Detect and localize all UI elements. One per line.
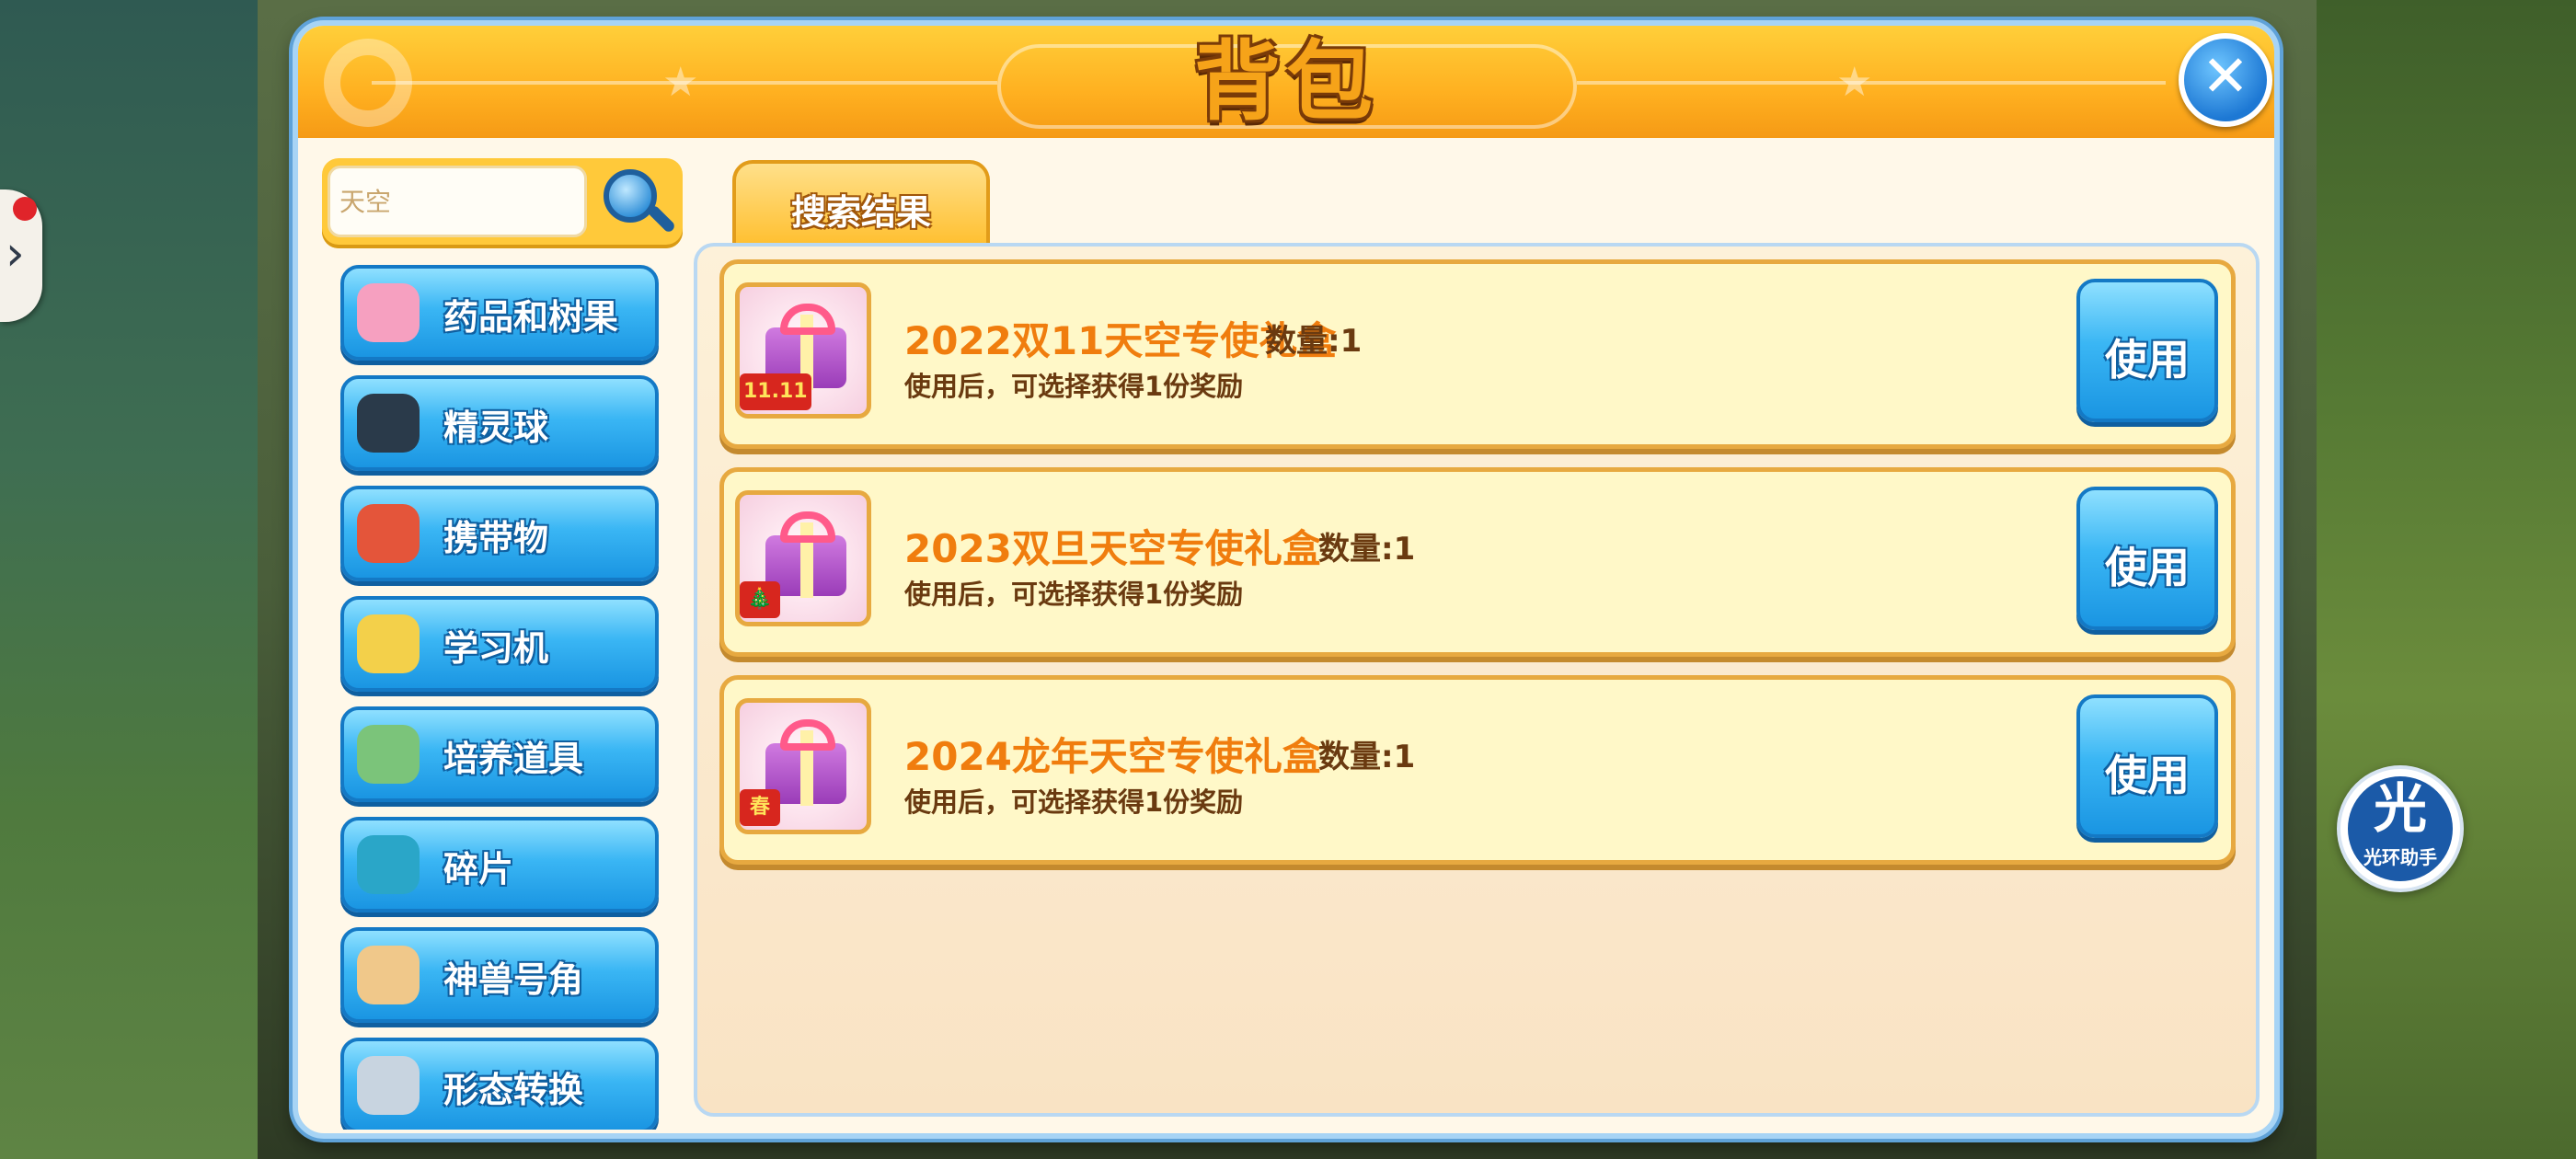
gift-badge: 春 xyxy=(740,789,780,826)
assistant-float-button[interactable]: 光 光环助手 xyxy=(2337,765,2464,892)
category-label: 携带物 xyxy=(443,518,549,558)
item-quantity: 数量:1 xyxy=(1318,739,1416,775)
use-button-label: 使用 xyxy=(2105,751,2190,800)
category-button[interactable]: 学习机 xyxy=(340,596,659,692)
category-button[interactable]: 药品和树果 xyxy=(340,265,659,361)
gift-box-icon[interactable]: 春 xyxy=(735,698,871,834)
item-row: 春 2024龙年天空专使礼盒 数量:1 使用后，可选择获得1份奖励 使用 xyxy=(719,675,2236,865)
item-quantity: 数量:1 xyxy=(1318,531,1416,568)
category-button[interactable]: 神兽号角 xyxy=(340,927,659,1023)
gift-badge: 11.11 xyxy=(740,373,811,410)
gift-box-icon[interactable]: 11.11 xyxy=(735,282,871,419)
held-item-icon xyxy=(357,504,420,563)
item-description: 使用后，可选择获得1份奖励 xyxy=(904,371,1244,402)
disc-icon xyxy=(357,614,420,673)
assistant-glyph: 光 xyxy=(2373,777,2427,840)
category-button[interactable]: 携带物 xyxy=(340,486,659,581)
side-drawer-tab[interactable]: › xyxy=(0,189,42,322)
item-name: 2023双旦天空专使礼盒 xyxy=(904,526,1321,571)
search-input[interactable] xyxy=(328,166,587,237)
category-label: 形态转换 xyxy=(443,1070,584,1110)
search-bar xyxy=(322,158,683,248)
background-right xyxy=(2317,0,2576,1159)
category-label: 神兽号角 xyxy=(443,959,584,1000)
transform-icon xyxy=(357,1056,420,1115)
page-title: 背包 xyxy=(1193,32,1378,132)
gift-box-icon[interactable]: 🎄 xyxy=(735,490,871,626)
puzzle-piece-icon xyxy=(357,835,420,894)
gift-badge: 🎄 xyxy=(740,581,780,618)
horn-icon xyxy=(357,946,420,1004)
item-row: 11.11 2022双11天空专使礼盒 数量:1 使用后，可选择获得1份奖励 使用 xyxy=(719,259,2236,449)
category-list[interactable]: 药品和树果精灵球携带物学习机培养道具碎片神兽号角形态转换 xyxy=(340,265,662,1130)
item-description: 使用后，可选择获得1份奖励 xyxy=(904,579,1244,610)
search-button[interactable] xyxy=(598,166,677,241)
category-button[interactable]: 形态转换 xyxy=(340,1038,659,1130)
assistant-logo-icon: 光 光环助手 xyxy=(2348,776,2453,881)
background-left xyxy=(0,0,258,1159)
search-icon-handle xyxy=(646,203,677,235)
category-label: 碎片 xyxy=(443,849,514,889)
item-quantity: 数量:1 xyxy=(1265,323,1363,360)
category-button[interactable]: 精灵球 xyxy=(340,375,659,471)
category-label: 培养道具 xyxy=(443,739,584,779)
tab-label: 搜索结果 xyxy=(790,192,931,233)
results-list: 11.11 2022双11天空专使礼盒 数量:1 使用后，可选择获得1份奖励 使用 🎄 20… xyxy=(694,243,2260,1117)
training-item-icon xyxy=(357,725,420,784)
pokeball-icon xyxy=(357,394,420,453)
use-button-label: 使用 xyxy=(2105,543,2190,592)
use-button[interactable]: 使用 xyxy=(2076,279,2218,422)
category-label: 药品和树果 xyxy=(443,297,619,338)
tab-search-results[interactable]: 搜索结果 xyxy=(732,160,990,248)
item-row: 🎄 2023双旦天空专使礼盒 数量:1 使用后，可选择获得1份奖励 使用 xyxy=(719,467,2236,657)
gift-bow xyxy=(780,719,835,751)
item-name: 2024龙年天空专使礼盒 xyxy=(904,734,1321,779)
gift-bow xyxy=(780,304,835,335)
close-button[interactable]: ✕ xyxy=(2179,33,2272,127)
notification-dot xyxy=(13,197,37,221)
category-label: 精灵球 xyxy=(443,407,549,448)
bag-panel: ★ ★ 背包 ✕ 药品和树果精灵球携带物学习机培养道具碎片神兽号角形态转换 搜索… xyxy=(293,20,2280,1139)
assistant-caption: 光环助手 xyxy=(2363,846,2437,868)
use-button-label: 使用 xyxy=(2105,335,2190,384)
item-description: 使用后，可选择获得1份奖励 xyxy=(904,786,1244,818)
use-button[interactable]: 使用 xyxy=(2076,487,2218,630)
category-button[interactable]: 培养道具 xyxy=(340,706,659,802)
title-bar: ★ ★ 背包 ✕ xyxy=(298,26,2274,138)
chevron-right-icon: › xyxy=(6,226,25,281)
category-label: 学习机 xyxy=(443,628,549,669)
use-button[interactable]: 使用 xyxy=(2076,694,2218,838)
category-button[interactable]: 碎片 xyxy=(340,817,659,912)
close-icon: ✕ xyxy=(2202,42,2249,109)
medicine-icon xyxy=(357,283,420,342)
gift-bow xyxy=(780,511,835,543)
